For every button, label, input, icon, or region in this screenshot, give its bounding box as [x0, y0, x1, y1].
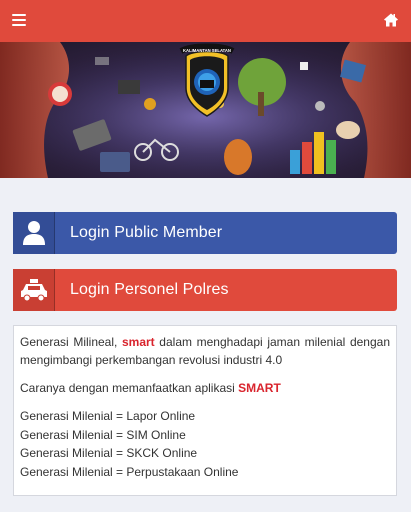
list-item: Generasi Milenial = SKCK Online — [20, 446, 198, 460]
info-panel: Generasi Milineal, smart dalam menghadap… — [13, 325, 397, 496]
hero-banner-image: KALIMANTAN SELATAN — [0, 42, 411, 178]
logo-text: KALIMANTAN SELATAN — [183, 48, 231, 53]
info-text: Generasi Milineal, — [20, 335, 122, 349]
info-paragraph-2: Caranya dengan memanfaatkan aplikasi SMA… — [20, 379, 390, 397]
car-icon — [13, 269, 55, 311]
info-paragraph-1: Generasi Milineal, smart dalam menghadap… — [20, 333, 390, 369]
user-icon — [13, 212, 55, 254]
info-text: Caranya dengan memanfaatkan aplikasi — [20, 381, 239, 395]
smart-highlight: smart — [121, 335, 155, 349]
login-personel-polres-button[interactable]: Login Personel Polres — [13, 269, 397, 311]
hamburger-menu-icon[interactable] — [12, 14, 26, 26]
banner-illustration: KALIMANTAN SELATAN — [0, 42, 411, 178]
feature-list: Generasi Milenial = Lapor Online Generas… — [20, 407, 390, 481]
login-public-member-button[interactable]: Login Public Member — [13, 212, 397, 254]
list-item: Generasi Milenial = Lapor Online — [20, 409, 196, 423]
login-personel-polres-label: Login Personel Polres — [70, 281, 229, 298]
list-item: Generasi Milenial = Perpustakaan Online — [20, 464, 239, 479]
list-item: Generasi Milenial = SIM Online — [20, 427, 186, 442]
home-icon[interactable] — [383, 12, 399, 28]
login-public-member-label: Login Public Member — [70, 224, 223, 241]
top-app-bar — [0, 0, 411, 42]
smart-app-highlight: SMART — [238, 381, 281, 395]
